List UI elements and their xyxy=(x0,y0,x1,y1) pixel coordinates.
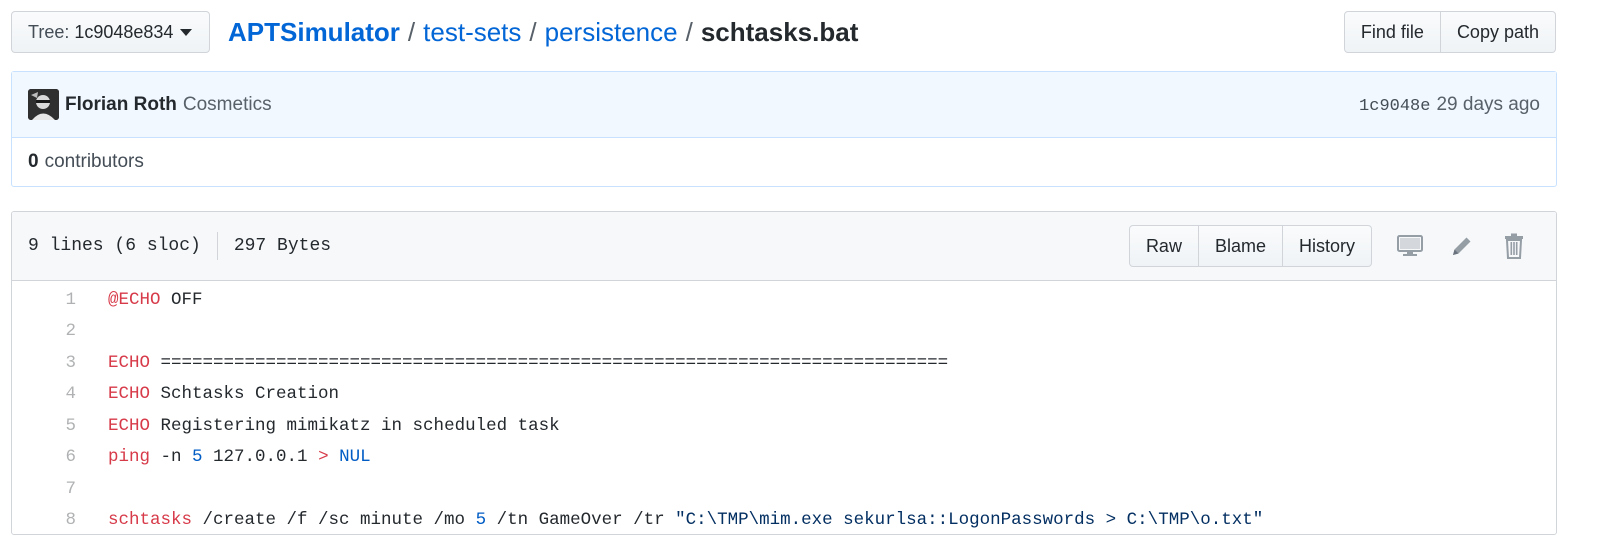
commit-tease: Florian Roth Cosmetics 1c9048e 29 days a… xyxy=(11,71,1557,187)
line-content: ECHO Registering mimikatz in scheduled t… xyxy=(108,416,560,436)
breadcrumb-separator: / xyxy=(685,17,693,47)
line-number[interactable]: 4 xyxy=(12,384,108,404)
commit-sha-link[interactable]: 1c9048e xyxy=(1359,97,1430,116)
commit-message-link[interactable]: Cosmetics xyxy=(183,94,272,116)
file-button-group: Raw Blame History xyxy=(1128,225,1372,267)
code-line: 6 ping -n 5 127.0.0.1 > NUL xyxy=(12,442,1556,474)
line-number[interactable]: 1 xyxy=(12,290,108,310)
code-token: /tn GameOver /tr xyxy=(486,510,676,531)
code-token: -n xyxy=(150,447,193,468)
code-token: NUL xyxy=(339,447,371,468)
code-line: 4 ECHO Schtasks Creation xyxy=(12,379,1556,411)
file-actions: Raw Blame History xyxy=(1128,225,1540,267)
raw-button[interactable]: Raw xyxy=(1128,225,1199,267)
code-token: > xyxy=(318,447,329,468)
code-token: ECHO xyxy=(108,415,151,436)
code-line: 3 ECHO ==================================… xyxy=(12,347,1556,379)
line-number[interactable]: 6 xyxy=(12,447,108,467)
breadcrumb: APTSimulator / test-sets / persistence / schta… xyxy=(228,14,858,50)
code-line: 7 xyxy=(12,473,1556,505)
breadcrumb-repo-link[interactable]: APTSimulator xyxy=(228,17,400,47)
tree-label: Tree: xyxy=(28,21,70,42)
file-size: 297 Bytes xyxy=(233,236,332,256)
find-file-button[interactable]: Find file xyxy=(1343,11,1441,53)
code-line: 1 @ECHO OFF xyxy=(12,284,1556,316)
line-number[interactable]: 7 xyxy=(12,479,108,499)
pencil-icon[interactable] xyxy=(1436,228,1488,264)
latest-commit-row: Florian Roth Cosmetics 1c9048e 29 days a… xyxy=(12,72,1556,138)
copy-path-button[interactable]: Copy path xyxy=(1440,11,1556,53)
file-view: 9 lines (6 sloc) 297 Bytes Raw Blame His… xyxy=(11,211,1557,535)
code-token: 5 xyxy=(192,447,203,468)
blame-button[interactable]: Blame xyxy=(1198,225,1283,267)
caret-down-icon xyxy=(180,28,193,36)
history-button[interactable]: History xyxy=(1282,225,1372,267)
line-number[interactable]: 5 xyxy=(12,416,108,436)
branch-selector-button[interactable]: Tree: 1c9048e834 xyxy=(11,11,210,53)
trash-icon[interactable] xyxy=(1488,228,1540,264)
avatar[interactable] xyxy=(28,89,59,120)
contributors-label: contributors xyxy=(44,151,144,172)
breadcrumb-dir-link[interactable]: persistence xyxy=(545,17,678,47)
code-token: "C:\TMP\mim.exe sekurlsa::LogonPasswords… xyxy=(675,510,1264,531)
line-number[interactable]: 2 xyxy=(12,321,108,341)
line-number[interactable]: 3 xyxy=(12,353,108,373)
code-token: 127.0.0.1 xyxy=(202,447,319,468)
breadcrumb-separator: / xyxy=(407,17,416,47)
file-info: 9 lines (6 sloc) 297 Bytes xyxy=(28,232,331,260)
code-blob: 1 @ECHO OFF 2 3 ECHO =======================… xyxy=(12,281,1556,535)
code-token: Schtasks Creation xyxy=(150,384,340,405)
code-token: schtasks xyxy=(108,510,193,531)
code-token: ========================================… xyxy=(150,352,949,373)
code-token: ECHO xyxy=(108,384,151,405)
breadcrumb-dir-link[interactable]: test-sets xyxy=(423,17,521,47)
breadcrumb-separator: / xyxy=(529,17,537,47)
file-nav-button-group: Find file Copy path xyxy=(1343,11,1556,53)
commit-meta: 1c9048e 29 days ago xyxy=(1359,94,1540,116)
contributors-row[interactable]: 0 contributors xyxy=(12,138,1556,186)
file-info-divider xyxy=(216,232,218,260)
code-token: OFF xyxy=(160,289,203,310)
file-header: 9 lines (6 sloc) 297 Bytes Raw Blame His… xyxy=(12,212,1556,281)
commit-time: 29 days ago xyxy=(1436,93,1540,115)
code-token: Registering mimikatz in scheduled task xyxy=(150,415,560,436)
contributors-count: 0 xyxy=(28,151,39,172)
line-content: schtasks /create /f /sc minute /mo 5 /tn… xyxy=(108,510,1263,530)
breadcrumb-file-name: schtasks.bat xyxy=(700,17,859,47)
desktop-icon[interactable] xyxy=(1384,228,1436,264)
code-token: 5 xyxy=(475,510,487,531)
commit-author-link[interactable]: Florian Roth xyxy=(65,94,177,116)
line-number[interactable]: 8 xyxy=(12,510,108,530)
line-content: ping -n 5 127.0.0.1 > NUL xyxy=(108,447,371,467)
code-token: /create /f /sc minute /mo xyxy=(192,510,476,531)
line-content: ECHO ===================================… xyxy=(108,353,948,373)
tree-value: 1c9048e834 xyxy=(74,21,174,42)
code-line: 8 schtasks /create /f /sc minute /mo 5 /t… xyxy=(12,505,1556,535)
code-line: 2 xyxy=(12,316,1556,348)
code-line: 5 ECHO Registering mimikatz in scheduled … xyxy=(12,410,1556,442)
file-line-count: 9 lines (6 sloc) xyxy=(28,236,201,256)
code-token: ping xyxy=(108,447,151,468)
line-content: ECHO Schtasks Creation xyxy=(108,384,339,404)
code-token: ECHO xyxy=(108,352,151,373)
code-token: @ECHO xyxy=(108,289,161,310)
line-content: @ECHO OFF xyxy=(108,290,203,310)
